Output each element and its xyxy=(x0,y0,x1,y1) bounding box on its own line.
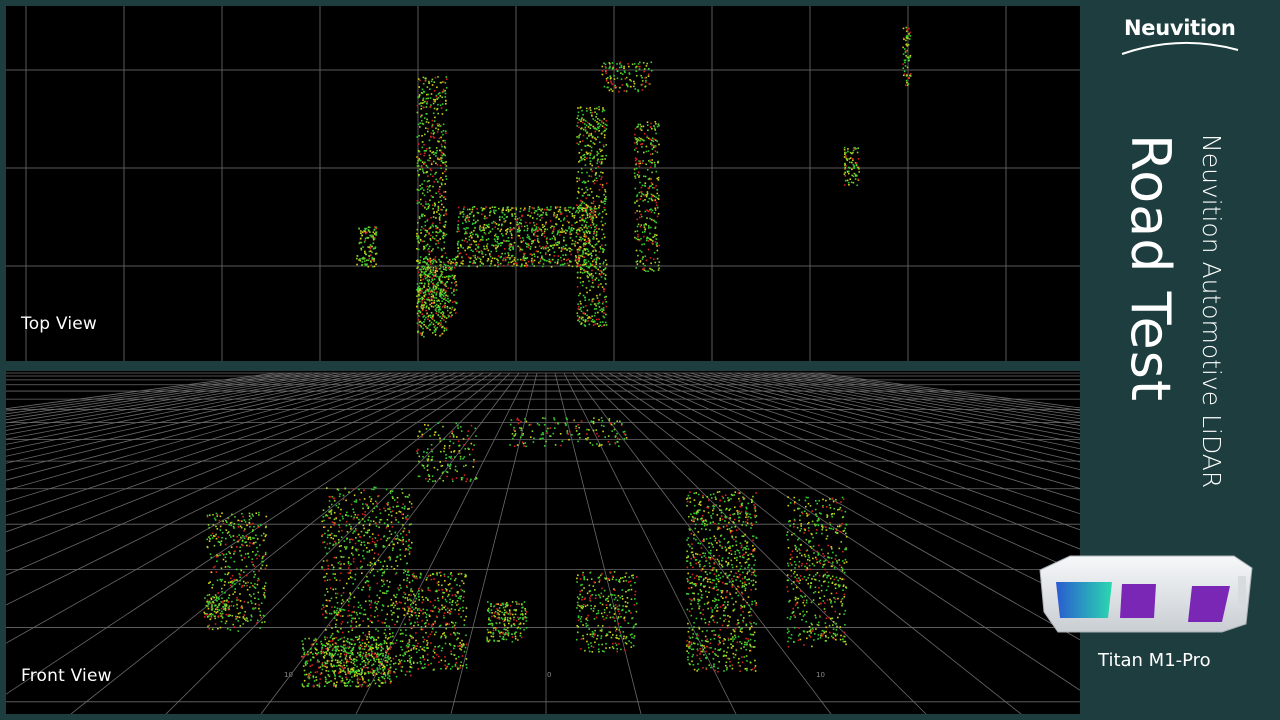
front-grid xyxy=(6,372,1080,714)
neuvition-logo-icon: Neuvition xyxy=(1120,16,1240,62)
front-tick-right: 10 xyxy=(816,671,825,679)
top-grid xyxy=(6,6,1080,361)
page-subtitle: Neuvition Automotive LiDAR xyxy=(1197,134,1226,489)
front-view-pane[interactable]: 10 0 10 Front View xyxy=(6,371,1080,714)
front-view-point-cloud: 10 0 10 xyxy=(6,372,1080,714)
top-view-point-cloud xyxy=(6,6,1080,361)
top-view-pane[interactable]: Top View xyxy=(6,6,1080,361)
model-name: Titan M1-Pro xyxy=(1098,650,1211,671)
front-tick-center: 0 xyxy=(547,671,551,679)
top-view-label: Top View xyxy=(21,314,98,334)
top-point-cloud xyxy=(356,26,912,338)
logo-swoosh xyxy=(1121,41,1239,55)
front-view-label: Front View xyxy=(21,666,112,686)
page-title: Road Test xyxy=(1119,134,1182,403)
lidar-device-icon xyxy=(1039,555,1253,633)
front-point-cloud xyxy=(203,417,848,688)
